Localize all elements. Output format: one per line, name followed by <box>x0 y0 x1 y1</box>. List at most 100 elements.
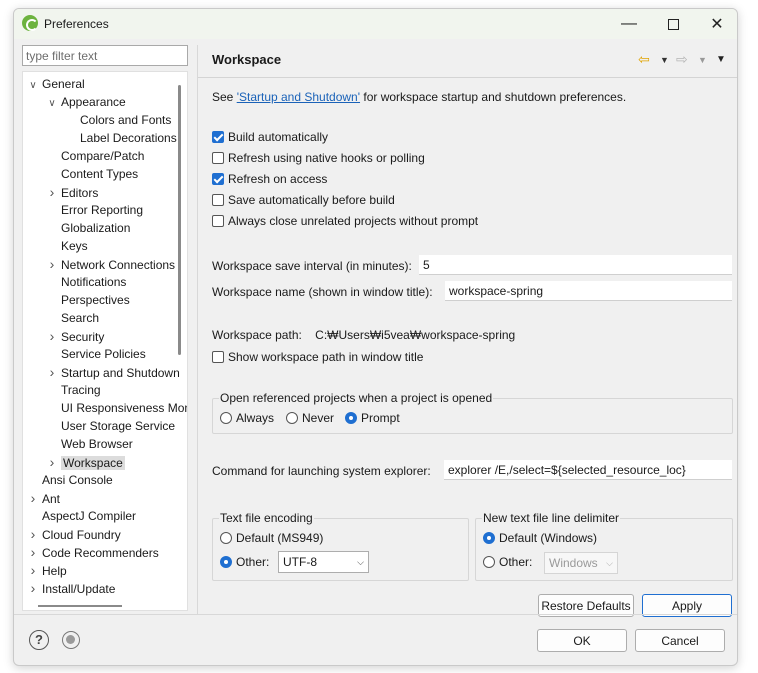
tree-item[interactable]: › Ant <box>27 489 60 507</box>
back-dropdown-icon[interactable]: ▼ <box>660 55 669 65</box>
tree-item[interactable]: Service Policies <box>46 345 146 363</box>
tree-item[interactable]: › Cloud Foundry <box>27 525 121 543</box>
chevron-right-icon[interactable]: › <box>46 183 58 201</box>
cancel-button[interactable]: Cancel <box>635 629 725 652</box>
open-ref-prompt-radio[interactable]: Prompt <box>345 411 400 425</box>
checkbox-box[interactable] <box>212 194 224 206</box>
tree-item-label: Code Recommenders <box>42 546 159 560</box>
tree-item[interactable]: › Code Recommenders <box>27 543 159 561</box>
build-automatically-checkbox[interactable]: Build automatically <box>212 129 328 145</box>
radio-button[interactable] <box>345 412 357 424</box>
open-ref-never-radio[interactable]: Never <box>286 411 334 425</box>
tree-item[interactable]: Ansi Console <box>27 471 113 489</box>
tree-item[interactable]: ∨ Appearance <box>46 93 125 113</box>
tree-item[interactable]: › Security <box>46 327 105 345</box>
encoding-default-radio[interactable]: Default (MS949) <box>220 531 323 545</box>
tree-item[interactable]: User Storage Service <box>46 417 175 435</box>
delimiter-default-radio[interactable]: Default (Windows) <box>483 531 597 545</box>
show-path-checkbox[interactable]: Show workspace path in window title <box>212 349 423 365</box>
tree-item[interactable]: Error Reporting <box>46 201 143 219</box>
chevron-right-icon[interactable]: › <box>27 489 39 507</box>
save-interval-input[interactable] <box>419 255 732 275</box>
checkbox-box[interactable] <box>212 131 224 143</box>
open-ref-always-radio[interactable]: Always <box>220 411 274 425</box>
minimize-button[interactable]: — <box>607 9 651 39</box>
radio-label: Default (MS949) <box>236 531 324 545</box>
ok-button[interactable]: OK <box>537 629 627 652</box>
close-button[interactable]: ✕ <box>695 9 737 39</box>
chevron-right-icon[interactable]: › <box>27 561 39 579</box>
tree-horizontal-scrollbar[interactable] <box>38 605 122 607</box>
tree-item[interactable]: › Install/Update <box>27 579 116 597</box>
delimiter-select: Windows ⌵ <box>544 552 618 574</box>
tree-item[interactable]: ∨ General <box>27 75 84 95</box>
chevron-right-icon[interactable]: › <box>27 579 39 597</box>
chevron-down-icon[interactable]: ∨ <box>46 95 58 113</box>
refresh-native-hooks-checkbox[interactable]: Refresh using native hooks or polling <box>212 150 425 166</box>
tree-item[interactable]: Colors and Fonts <box>65 111 171 129</box>
workspace-name-input[interactable] <box>445 281 732 301</box>
radio-button[interactable] <box>483 532 495 544</box>
chevron-right-icon[interactable]: › <box>46 453 58 471</box>
delimiter-other-radio[interactable]: Other: <box>483 555 532 569</box>
view-menu-icon[interactable]: ▼ <box>716 54 726 65</box>
tree-item[interactable]: › Workspace <box>46 453 125 471</box>
maximize-button[interactable] <box>651 9 695 39</box>
tree-item[interactable]: › Network Connections <box>46 255 175 273</box>
tree-item[interactable]: › Startup and Shutdown <box>46 363 180 381</box>
chevron-down-icon[interactable]: ∨ <box>27 77 39 95</box>
filter-input[interactable] <box>22 45 188 66</box>
close-unrelated-projects-checkbox[interactable]: Always close unrelated projects without … <box>212 213 478 229</box>
tree-item-label: Globalization <box>61 221 131 235</box>
tree-item-label: Ansi Console <box>42 473 113 487</box>
tree-item[interactable]: Globalization <box>46 219 130 237</box>
refresh-on-access-checkbox[interactable]: Refresh on access <box>212 171 327 187</box>
tree-item[interactable]: Perspectives <box>46 291 130 309</box>
explorer-command-input[interactable] <box>444 460 732 480</box>
tree-item[interactable]: Label Decorations <box>65 129 177 147</box>
chevron-right-icon[interactable]: › <box>27 525 39 543</box>
back-arrow-icon[interactable]: ⇦ <box>638 51 650 68</box>
tree-item[interactable]: AspectJ Compiler <box>27 507 136 525</box>
tree-item[interactable]: Keys <box>46 237 88 255</box>
tree-vertical-scrollbar[interactable] <box>178 85 181 355</box>
tree-item[interactable]: Notifications <box>46 273 126 291</box>
checkbox-box[interactable] <box>212 351 224 363</box>
import-export-icon[interactable] <box>62 631 80 649</box>
chevron-right-icon[interactable]: › <box>46 327 58 345</box>
radio-button[interactable] <box>483 556 495 568</box>
checkbox-label: Save automatically before build <box>228 193 395 207</box>
encoding-select[interactable]: UTF-8 ⌵ <box>278 551 369 573</box>
radio-button[interactable] <box>220 556 232 568</box>
chevron-right-icon[interactable]: › <box>46 255 58 273</box>
checkbox-box[interactable] <box>212 152 224 164</box>
tree-item[interactable]: › Editors <box>46 183 99 201</box>
line-delimiter-group-label: New text file line delimiter <box>482 511 621 525</box>
tree-item[interactable]: › Help <box>27 561 67 579</box>
radio-button[interactable] <box>286 412 298 424</box>
chevron-right-icon[interactable]: › <box>27 543 39 561</box>
tree-item[interactable]: Compare/Patch <box>46 147 144 165</box>
chevron-right-icon[interactable]: › <box>46 363 58 381</box>
maximize-icon <box>667 18 679 30</box>
help-icon[interactable]: ? <box>29 630 49 650</box>
preferences-tree[interactable]: ∨ General ∨ Appearance Colors and Fonts Label… <box>22 71 188 611</box>
chevron-down-icon: ⌵ <box>357 556 364 567</box>
radio-button[interactable] <box>220 412 232 424</box>
tree-item[interactable]: Search <box>46 309 99 327</box>
encoding-other-radio[interactable]: Other: <box>220 555 269 569</box>
tree-item[interactable]: Web Browser <box>46 435 133 453</box>
tree-item[interactable]: Tracing <box>46 381 101 399</box>
chevron-down-icon: ⌵ <box>606 557 613 568</box>
tree-item[interactable]: UI Responsiveness Monitoring <box>46 399 187 417</box>
minimize-icon: — <box>621 15 637 32</box>
workspace-name-label: Workspace name (shown in window title): <box>212 285 433 299</box>
checkbox-box[interactable] <box>212 173 224 185</box>
radio-button[interactable] <box>220 532 232 544</box>
checkbox-box[interactable] <box>212 215 224 227</box>
tree-item-label: AspectJ Compiler <box>42 509 137 523</box>
tree-item[interactable]: Content Types <box>46 165 138 183</box>
radio-label: Other: <box>236 555 270 569</box>
startup-shutdown-link[interactable]: 'Startup and Shutdown' <box>237 90 360 104</box>
save-before-build-checkbox[interactable]: Save automatically before build <box>212 192 395 208</box>
